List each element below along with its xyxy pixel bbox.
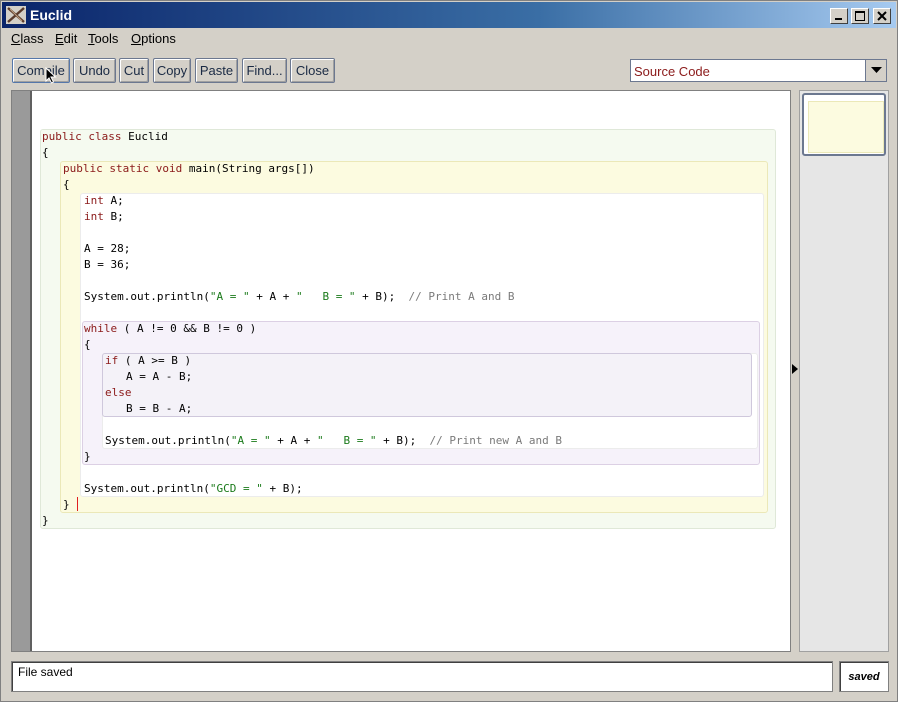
- code-token: while: [84, 322, 118, 335]
- menu-edit[interactable]: Edit: [55, 31, 77, 46]
- code-line: else: [105, 385, 132, 401]
- code-token: int: [84, 210, 111, 223]
- compile-button[interactable]: Compile: [12, 58, 70, 83]
- code-token: }: [42, 514, 49, 527]
- code-line: {: [42, 145, 49, 161]
- code-line: A = 28;: [84, 241, 130, 257]
- menu-tools[interactable]: Tools: [88, 31, 118, 46]
- code-token: // Print A and B: [408, 290, 515, 303]
- code-token: ( A != 0 && B != 0 ): [117, 322, 257, 335]
- status-bar: File saved: [11, 661, 833, 692]
- minimize-icon: [835, 18, 842, 20]
- minimize-button[interactable]: [830, 8, 848, 24]
- copy-button[interactable]: Copy: [153, 58, 191, 83]
- code-token: ( A >= B ): [118, 354, 192, 367]
- save-state-indicator: saved: [839, 661, 889, 692]
- code-token: public static void: [63, 162, 189, 175]
- code-line: System.out.println("A = " + A + " B = " …: [105, 433, 562, 449]
- view-mode-select[interactable]: Source Code: [630, 59, 887, 82]
- code-token: "A = ": [209, 290, 250, 303]
- code-token: {: [63, 178, 70, 191]
- code-line: int A;: [84, 193, 124, 209]
- code-line: {: [63, 177, 70, 193]
- menu-options[interactable]: Options: [131, 31, 176, 46]
- code-token: }: [63, 498, 70, 511]
- euclid-app-icon: [6, 6, 26, 24]
- code-line: if ( A >= B ): [105, 353, 191, 369]
- code-line: System.out.println("GCD = " + B);: [84, 481, 303, 497]
- code-token: else: [105, 386, 132, 399]
- cut-button[interactable]: Cut: [119, 58, 149, 83]
- code-token: A = A - B;: [126, 370, 193, 383]
- code-token: A = 28;: [84, 242, 131, 255]
- thumbnail-preview: [808, 101, 884, 153]
- paste-button[interactable]: Paste: [195, 58, 238, 83]
- view-mode-value: Source Code: [634, 64, 710, 79]
- code-token: " B = ": [295, 290, 356, 303]
- code-token: Euclid: [128, 130, 168, 143]
- code-token: B = B - A;: [126, 402, 193, 415]
- code-line: while ( A != 0 && B != 0 ): [84, 321, 256, 337]
- code-token: " B = ": [316, 434, 377, 447]
- overview-panel: [799, 90, 889, 652]
- code-token: // Print new A and B: [429, 434, 562, 447]
- code-token: System.out.println(: [105, 434, 231, 447]
- chevron-down-icon: [870, 67, 882, 73]
- expand-arrow-icon[interactable]: [792, 364, 798, 374]
- code-token: B;: [110, 210, 124, 223]
- code-token: {: [84, 338, 91, 351]
- code-token: }: [84, 450, 91, 463]
- close-window-button[interactable]: [873, 8, 891, 24]
- mouse-pointer-icon: [45, 67, 57, 84]
- code-token: "GCD = ": [209, 482, 263, 495]
- code-line: {: [84, 337, 91, 353]
- code-token: + A +: [249, 290, 296, 303]
- undo-button[interactable]: Undo: [73, 58, 116, 83]
- dropdown-button[interactable]: [865, 60, 886, 81]
- save-state-label: saved: [848, 670, 880, 683]
- code-line: B = B - A;: [126, 401, 192, 417]
- code-token: "A = ": [230, 434, 271, 447]
- status-message: File saved: [18, 665, 73, 679]
- code-token: B = 36;: [84, 258, 131, 271]
- code-line: A = A - B;: [126, 369, 192, 385]
- code-thumbnail[interactable]: [802, 93, 886, 156]
- code-token: int: [84, 194, 111, 207]
- editor-gutter: [12, 91, 32, 651]
- app-window: Euclid Class Edit Tools Options Compile …: [0, 0, 898, 702]
- code-line: public class Euclid: [42, 129, 168, 145]
- code-token: System.out.println(: [84, 482, 210, 495]
- code-line: public static void main(String args[]): [63, 161, 315, 177]
- code-line: }: [42, 513, 49, 529]
- close-icon: [877, 11, 887, 21]
- code-token: + A +: [270, 434, 317, 447]
- code-line: B = 36;: [84, 257, 130, 273]
- window-title: Euclid: [30, 7, 73, 23]
- maximize-icon: [855, 11, 865, 21]
- maximize-button[interactable]: [851, 8, 869, 24]
- close-button[interactable]: Close: [290, 58, 335, 83]
- find-button[interactable]: Find...: [242, 58, 287, 83]
- code-line: }: [84, 449, 91, 465]
- code-token: {: [42, 146, 49, 159]
- code-token: + B);: [376, 434, 430, 447]
- text-cursor: [77, 497, 78, 511]
- code-line: int B;: [84, 209, 124, 225]
- code-token: + B);: [355, 290, 409, 303]
- code-token: A;: [110, 194, 124, 207]
- menu-class[interactable]: Class: [11, 31, 44, 46]
- code-token: + B);: [262, 482, 303, 495]
- code-editor[interactable]: public class Euclid{public static void m…: [11, 90, 791, 652]
- code-token: public class: [42, 130, 129, 143]
- code-line: }: [63, 497, 70, 513]
- title-bar[interactable]: Euclid: [2, 2, 896, 28]
- if-block: [102, 353, 752, 417]
- code-line: System.out.println("A = " + A + " B = " …: [84, 289, 515, 305]
- menu-bar: Class Edit Tools Options: [2, 29, 896, 49]
- code-token: System.out.println(: [84, 290, 210, 303]
- code-token: main(String args[]): [188, 162, 315, 175]
- code-token: if: [105, 354, 119, 367]
